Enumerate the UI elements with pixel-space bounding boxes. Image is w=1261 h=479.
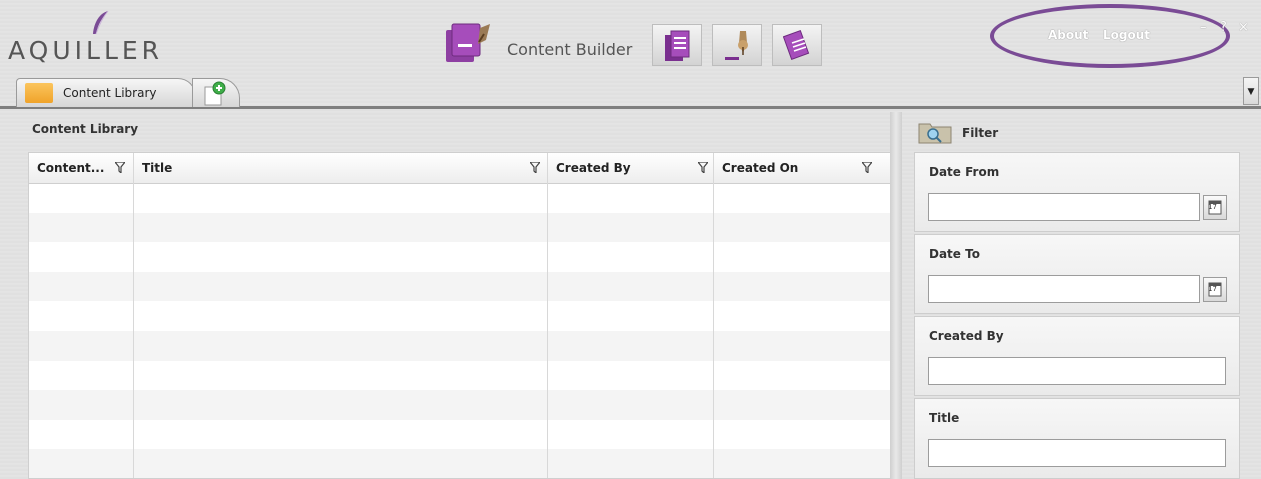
help-button[interactable]: ? — [1220, 20, 1227, 35]
date-to-label: Date To — [929, 247, 980, 261]
created-by-label: Created By — [929, 329, 1004, 343]
date-to-calendar-button[interactable]: 17 — [1203, 277, 1227, 302]
content-builder-button[interactable] — [446, 22, 494, 64]
logo-text: AQUILLER — [8, 36, 164, 65]
folder-icon — [25, 83, 53, 103]
date-to-input[interactable] — [928, 275, 1200, 303]
table-row[interactable] — [29, 183, 891, 213]
content-builder-icon — [446, 23, 490, 62]
date-to-section: Date To 17 — [914, 234, 1240, 314]
column-title: Content... — [37, 161, 105, 175]
column-divider — [547, 153, 548, 478]
table-row[interactable] — [29, 449, 891, 478]
sign-button[interactable] — [712, 24, 762, 66]
filter-icon[interactable] — [698, 162, 708, 173]
table-row[interactable] — [29, 390, 891, 420]
filter-panel: Filter Date From 17 Date To 17 Created B… — [904, 112, 1261, 479]
column-title: Title — [142, 161, 173, 175]
content-library-panel: Content Library Content... Title Created… — [14, 112, 892, 479]
header: AQUILLER Content Builder About Logout – … — [0, 0, 1261, 76]
column-header-title[interactable]: Title — [134, 153, 548, 183]
calendar-day: 17 — [1208, 203, 1217, 211]
column-divider — [713, 153, 714, 478]
created-by-input[interactable] — [928, 357, 1226, 385]
created-by-section: Created By — [914, 316, 1240, 396]
table-row[interactable] — [29, 330, 891, 361]
tab-content-library[interactable]: Content Library — [16, 78, 196, 107]
table-row[interactable] — [29, 242, 891, 272]
content-builder-label: Content Builder — [507, 40, 633, 59]
table-row[interactable] — [29, 301, 891, 331]
column-header-created-on[interactable]: Created On — [714, 153, 891, 183]
table-row[interactable] — [29, 420, 891, 450]
date-from-input[interactable] — [928, 193, 1200, 221]
pen-nib-icon — [725, 31, 748, 60]
documents-button[interactable] — [652, 24, 702, 66]
calendar-day: 17 — [1208, 285, 1217, 293]
aquiller-logo: AQUILLER — [6, 10, 166, 70]
filter-icon[interactable] — [530, 162, 540, 173]
filter-title: Filter — [962, 126, 999, 140]
minimize-button[interactable]: – — [1200, 20, 1207, 35]
feather-icon — [93, 10, 109, 35]
tab-bar: Content Library ▼ — [0, 76, 1261, 109]
date-from-calendar-button[interactable]: 17 — [1203, 195, 1227, 220]
table-row[interactable] — [29, 212, 891, 243]
filter-header: Filter — [918, 120, 998, 144]
table-row[interactable] — [29, 271, 891, 302]
title-label: Title — [929, 411, 960, 425]
edit-document-icon — [783, 30, 810, 60]
edit-document-button[interactable] — [772, 24, 822, 66]
close-button[interactable]: × — [1238, 20, 1249, 35]
app-window: AQUILLER Content Builder About Logout – … — [0, 0, 1261, 479]
add-document-icon — [204, 81, 226, 106]
logout-link[interactable]: Logout — [1103, 28, 1150, 42]
filter-icon[interactable] — [862, 162, 872, 173]
title-input[interactable] — [928, 439, 1226, 467]
filter-folder-icon — [918, 123, 952, 144]
column-title: Created On — [722, 161, 799, 175]
about-link[interactable]: About — [1048, 28, 1088, 42]
column-divider — [133, 153, 134, 478]
grid-header: Content... Title Created By Created On — [29, 153, 891, 184]
filter-icon[interactable] — [115, 162, 125, 173]
documents-icon — [665, 30, 690, 61]
column-header-created-by[interactable]: Created By — [548, 153, 714, 183]
tab-label: Content Library — [63, 86, 157, 100]
column-header-content[interactable]: Content... — [29, 153, 134, 183]
date-from-label: Date From — [929, 165, 1000, 179]
panel-title: Content Library — [32, 122, 139, 136]
panel-splitter[interactable] — [890, 112, 902, 479]
tab-dropdown-button[interactable]: ▼ — [1243, 77, 1259, 105]
top-right-area: About Logout – ? × — [990, 4, 1260, 72]
grid-rows — [29, 183, 891, 478]
content-grid: Content... Title Created By Created On — [28, 152, 892, 479]
title-section: Title — [914, 398, 1240, 479]
date-from-section: Date From 17 — [914, 152, 1240, 232]
new-tab-button[interactable] — [192, 78, 240, 107]
column-title: Created By — [556, 161, 631, 175]
table-row[interactable] — [29, 361, 891, 391]
